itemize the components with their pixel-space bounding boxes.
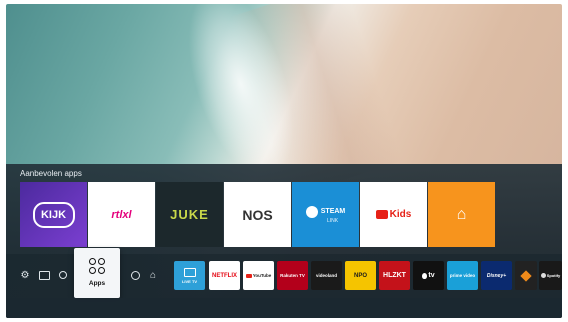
ambient-icon[interactable] bbox=[128, 268, 142, 282]
app-youtube[interactable]: YouTube bbox=[243, 261, 274, 290]
rec-app-label: KIJK bbox=[40, 208, 67, 221]
settings-icon[interactable]: ⚙ bbox=[18, 268, 32, 282]
app-label: videoland bbox=[315, 273, 337, 278]
apps-label: Apps bbox=[88, 280, 106, 287]
app-label: NPO bbox=[353, 272, 367, 279]
rec-app-juke[interactable]: JUKE bbox=[156, 182, 223, 247]
app-prime-video[interactable]: prime video bbox=[447, 261, 478, 290]
rec-app-steam-link[interactable]: STEAM LINK bbox=[292, 182, 359, 247]
bottom-strip bbox=[6, 298, 562, 318]
source-icon[interactable] bbox=[37, 268, 51, 282]
rec-app-sublabel: LINK bbox=[326, 217, 339, 224]
rec-app-youtube-kids[interactable]: Kids bbox=[360, 182, 427, 247]
rec-app-label: Kids bbox=[389, 209, 412, 220]
apps-grid-icon bbox=[89, 258, 105, 274]
rec-app-thuisbezorgd[interactable]: ⌂ bbox=[428, 182, 495, 247]
rec-app-label: rtlxl bbox=[111, 208, 132, 221]
app-label: NETFLIX bbox=[212, 272, 237, 279]
spotify-icon bbox=[540, 273, 546, 278]
app-npo[interactable]: NPO bbox=[345, 261, 376, 290]
youtube-play-icon bbox=[245, 273, 252, 278]
app-rakuten-tv[interactable]: Rakuten TV bbox=[277, 261, 308, 290]
rec-app-rtlxl[interactable]: rtlxl bbox=[88, 182, 155, 247]
app-label: Spotify bbox=[546, 273, 561, 278]
app-label: LIVE TV bbox=[181, 278, 198, 284]
rec-app-kijk[interactable]: KIJK bbox=[20, 182, 87, 247]
rec-app-label: STEAM bbox=[320, 208, 346, 215]
tv-icon bbox=[183, 267, 196, 277]
steam-icon bbox=[305, 205, 318, 218]
app-hlzkt[interactable]: HLZKT bbox=[379, 261, 410, 290]
app-live-tv[interactable]: LIVE TV bbox=[174, 261, 205, 290]
app-label: HLZKT bbox=[383, 272, 406, 279]
diamond-icon bbox=[520, 269, 532, 282]
app-disney-plus[interactable]: Disney+ bbox=[481, 261, 512, 290]
apps-button[interactable]: Apps bbox=[74, 248, 120, 298]
youtube-play-icon bbox=[375, 210, 388, 219]
rec-app-nos[interactable]: NOS bbox=[224, 182, 291, 247]
app-label: YouTube bbox=[252, 273, 272, 278]
app-label: tv bbox=[428, 272, 435, 279]
search-icon[interactable] bbox=[56, 268, 70, 282]
app-spotify[interactable]: Spotify bbox=[539, 261, 562, 290]
app-label: Rakuten TV bbox=[280, 273, 305, 278]
house-icon: ⌂ bbox=[456, 205, 467, 223]
app-label: prime video bbox=[449, 273, 476, 278]
home-icon[interactable]: ⌂ bbox=[146, 268, 160, 282]
smart-hub-panel: Aanbevolen apps KIJK rtlxl JUKE NOS STEA… bbox=[6, 164, 562, 318]
app-netflix[interactable]: NETFLIX bbox=[209, 261, 240, 290]
app-apple-tv[interactable]: tv bbox=[413, 261, 444, 290]
recommended-apps-title: Aanbevolen apps bbox=[20, 169, 82, 178]
app-label: Disney+ bbox=[486, 272, 507, 279]
app-videoland[interactable]: videoland bbox=[311, 261, 342, 290]
tv-screen: Aanbevolen apps KIJK rtlxl JUKE NOS STEA… bbox=[6, 4, 562, 318]
app-generic[interactable] bbox=[515, 261, 537, 290]
rec-app-label: JUKE bbox=[170, 207, 209, 222]
apple-icon bbox=[422, 272, 428, 279]
rec-app-label: NOS bbox=[242, 206, 273, 223]
